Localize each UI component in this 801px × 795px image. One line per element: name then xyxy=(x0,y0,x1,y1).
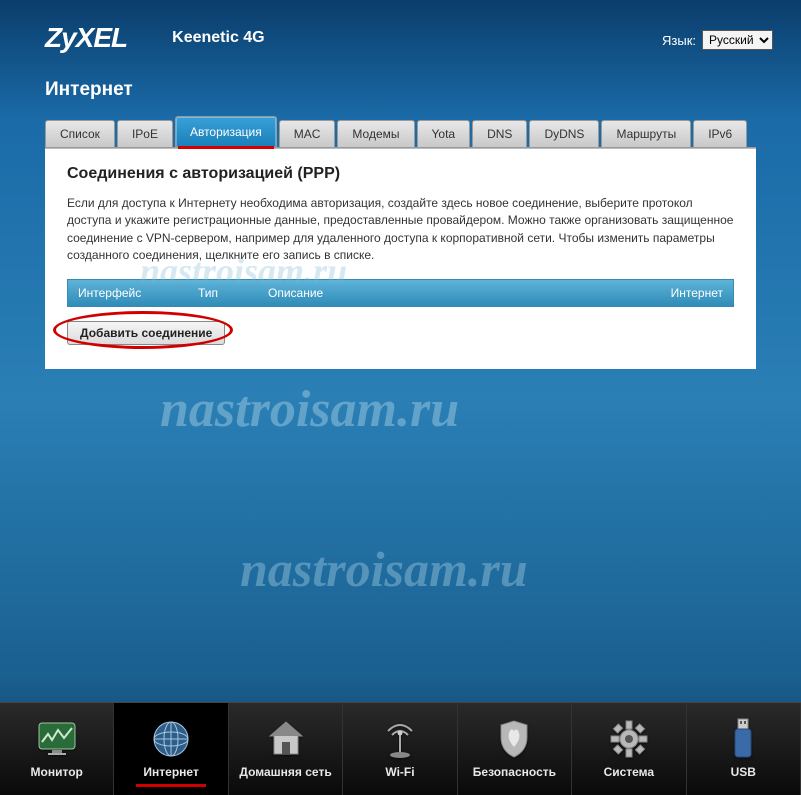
active-nav-highlight xyxy=(136,784,205,787)
nav-home-network[interactable]: Домашняя сеть xyxy=(229,703,343,795)
nav-internet[interactable]: Интернет xyxy=(114,703,228,795)
bottom-nav: Монитор Интернет Домашняя сеть Wi-Fi Без… xyxy=(0,702,801,795)
nav-label: Система xyxy=(604,765,655,779)
shield-icon xyxy=(494,719,534,759)
tab-routes[interactable]: Маршруты xyxy=(601,120,691,147)
table-header: Интерфейс Тип Описание Интернет xyxy=(67,279,734,307)
tab-ipv6[interactable]: IPv6 xyxy=(693,120,747,147)
usb-icon xyxy=(723,719,763,759)
active-tab-highlight xyxy=(178,146,274,149)
tab-auth[interactable]: Авторизация xyxy=(175,116,277,147)
add-connection-button[interactable]: Добавить соединение xyxy=(67,321,225,345)
tab-ipoe[interactable]: IPoE xyxy=(117,120,173,147)
nav-label: Wi-Fi xyxy=(385,765,414,779)
tab-dns[interactable]: DNS xyxy=(472,120,527,147)
content-panel: Соединения с авторизацией (PPP) Если для… xyxy=(45,148,756,369)
wifi-icon xyxy=(380,719,420,759)
nav-wifi[interactable]: Wi-Fi xyxy=(343,703,457,795)
tab-dydns[interactable]: DyDNS xyxy=(529,120,599,147)
gear-icon xyxy=(609,719,649,759)
nav-monitor[interactable]: Монитор xyxy=(0,703,114,795)
nav-system[interactable]: Система xyxy=(572,703,686,795)
panel-description: Если для доступа к Интернету необходима … xyxy=(67,195,734,265)
model-name: Keenetic 4G xyxy=(172,29,264,47)
brand-logo: ZyXEL xyxy=(45,22,127,54)
watermark: nastroisam.ru xyxy=(160,380,459,439)
language-label: Язык: xyxy=(662,33,696,48)
language-select[interactable]: Русский xyxy=(702,30,773,50)
tab-mac[interactable]: MAC xyxy=(279,120,336,147)
tab-bar: Список IPoE Авторизация MAC Модемы Yota … xyxy=(45,116,756,148)
col-description: Описание xyxy=(268,286,643,300)
nav-label: Домашняя сеть xyxy=(239,765,331,779)
watermark: nastroisam.ru xyxy=(240,540,528,598)
home-icon xyxy=(266,719,306,759)
col-internet: Интернет xyxy=(643,286,723,300)
nav-label: Безопасность xyxy=(473,765,556,779)
nav-label: Интернет xyxy=(143,765,198,779)
tab-list[interactable]: Список xyxy=(45,120,115,147)
col-type: Тип xyxy=(198,286,268,300)
tab-modems[interactable]: Модемы xyxy=(337,120,414,147)
monitor-icon xyxy=(37,719,77,759)
globe-icon xyxy=(151,719,191,759)
col-interface: Интерфейс xyxy=(78,286,198,300)
nav-label: Монитор xyxy=(31,765,83,779)
nav-security[interactable]: Безопасность xyxy=(458,703,572,795)
nav-label: USB xyxy=(731,765,756,779)
panel-title: Соединения с авторизацией (PPP) xyxy=(67,165,734,183)
tab-yota[interactable]: Yota xyxy=(417,120,471,147)
nav-usb[interactable]: USB xyxy=(687,703,801,795)
section-title: Интернет xyxy=(45,79,801,101)
